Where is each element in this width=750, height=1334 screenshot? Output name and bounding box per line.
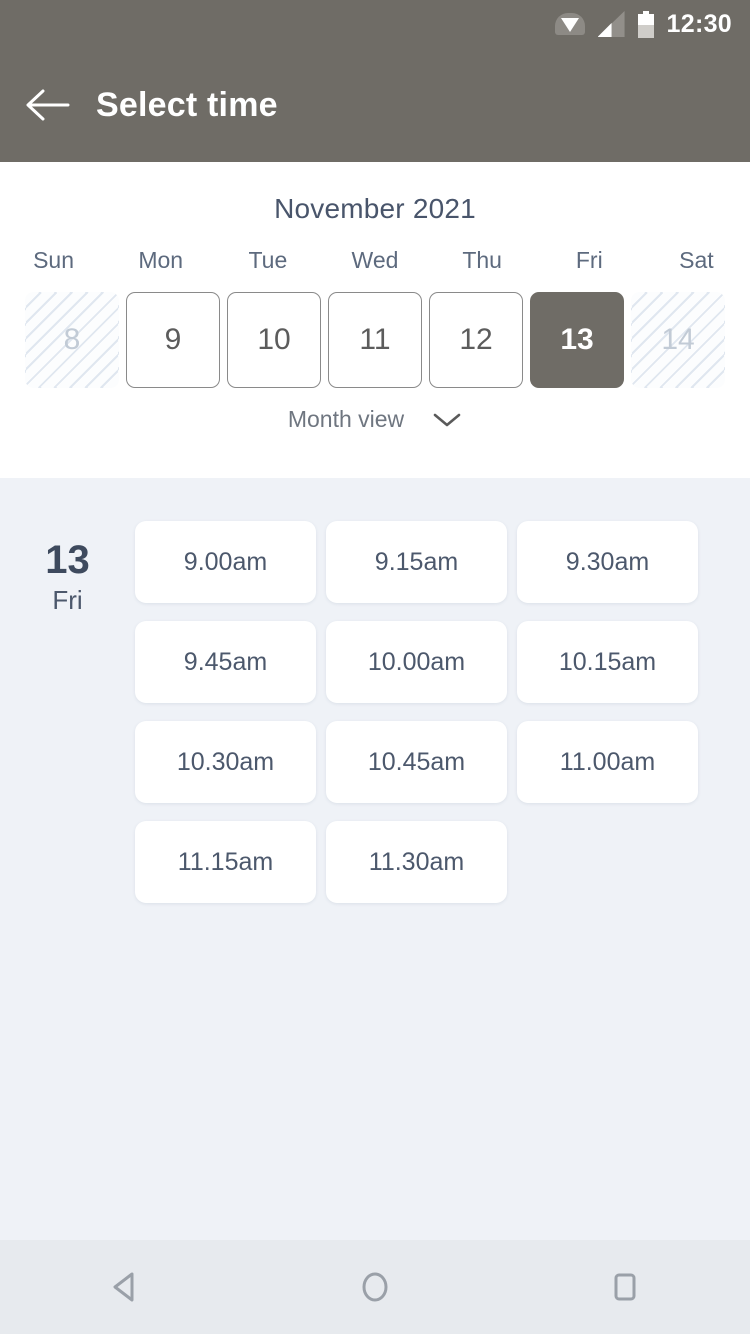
time-slot[interactable]: 11.15am bbox=[135, 821, 316, 903]
time-slot[interactable]: 11.30am bbox=[326, 821, 507, 903]
day-name: Fri bbox=[52, 585, 83, 615]
day-number: 13 bbox=[45, 538, 90, 582]
weekday-header: Sun bbox=[33, 247, 75, 273]
time-slot[interactable]: 10.15am bbox=[517, 621, 698, 703]
time-slot[interactable]: 9.30am bbox=[517, 521, 698, 603]
weekday-header: Fri bbox=[575, 247, 603, 273]
calendar-day-cell[interactable]: 11 bbox=[328, 292, 422, 388]
time-slot[interactable]: 9.00am bbox=[135, 521, 316, 603]
battery-icon bbox=[637, 10, 654, 38]
wifi-icon bbox=[554, 11, 585, 37]
month-view-toggle[interactable]: Month view bbox=[0, 406, 750, 433]
calendar-day-cell-selected[interactable]: 13 bbox=[530, 292, 624, 388]
time-slot[interactable]: 9.15am bbox=[326, 521, 507, 603]
status-bar: 12:30 bbox=[0, 0, 750, 48]
time-slot[interactable]: 11.00am bbox=[517, 721, 698, 803]
status-bar-clock: 12:30 bbox=[666, 9, 732, 38]
schedule-area: 13 Fri 9.00am 9.15am 9.30am 9.45am 10.00… bbox=[0, 478, 750, 1238]
time-slot[interactable]: 10.30am bbox=[135, 721, 316, 803]
weekday-header-row: Sun Mon Tue Wed Thu Fri Sat bbox=[0, 247, 750, 274]
signal-icon bbox=[597, 11, 625, 37]
nav-back-button[interactable] bbox=[0, 1267, 250, 1307]
calendar-days-row: 8 9 10 11 12 13 14 bbox=[0, 292, 750, 388]
calendar-panel: November 2021 Sun Mon Tue Wed Thu Fri Sa… bbox=[0, 162, 750, 478]
month-view-label: Month view bbox=[287, 406, 405, 432]
calendar-day-cell: 14 bbox=[631, 292, 725, 388]
time-slot[interactable]: 9.45am bbox=[135, 621, 316, 703]
weekday-header: Sat bbox=[679, 247, 714, 273]
back-triangle-icon bbox=[105, 1267, 145, 1307]
calendar-day-cell[interactable]: 12 bbox=[429, 292, 523, 388]
calendar-month-title: November 2021 bbox=[274, 193, 476, 224]
time-slot[interactable]: 10.00am bbox=[326, 621, 507, 703]
nav-recents-button[interactable] bbox=[500, 1267, 750, 1307]
nav-home-button[interactable] bbox=[250, 1267, 500, 1307]
recents-square-icon bbox=[605, 1267, 645, 1307]
android-nav-bar bbox=[0, 1240, 750, 1334]
back-button[interactable] bbox=[0, 48, 96, 162]
arrow-left-icon bbox=[26, 88, 70, 122]
day-label: 13 Fri bbox=[0, 540, 135, 613]
weekday-header: Wed bbox=[351, 247, 399, 273]
calendar-day-cell: 8 bbox=[25, 292, 119, 388]
chevron-down-icon bbox=[432, 411, 462, 429]
weekday-header: Tue bbox=[248, 247, 288, 273]
calendar-day-cell[interactable]: 9 bbox=[126, 292, 220, 388]
weekday-header: Thu bbox=[462, 247, 502, 273]
screen-select-time: 12:30 Select time November 2021 Sun Mon … bbox=[0, 0, 750, 1334]
time-slot[interactable]: 10.45am bbox=[326, 721, 507, 803]
home-circle-icon bbox=[355, 1267, 395, 1307]
page-title: Select time bbox=[96, 85, 278, 124]
time-slot-grid: 9.00am 9.15am 9.30am 9.45am 10.00am 10.1… bbox=[135, 521, 735, 921]
calendar-day-cell[interactable]: 10 bbox=[227, 292, 321, 388]
weekday-header: Mon bbox=[138, 247, 184, 273]
app-bar: Select time bbox=[0, 48, 750, 162]
